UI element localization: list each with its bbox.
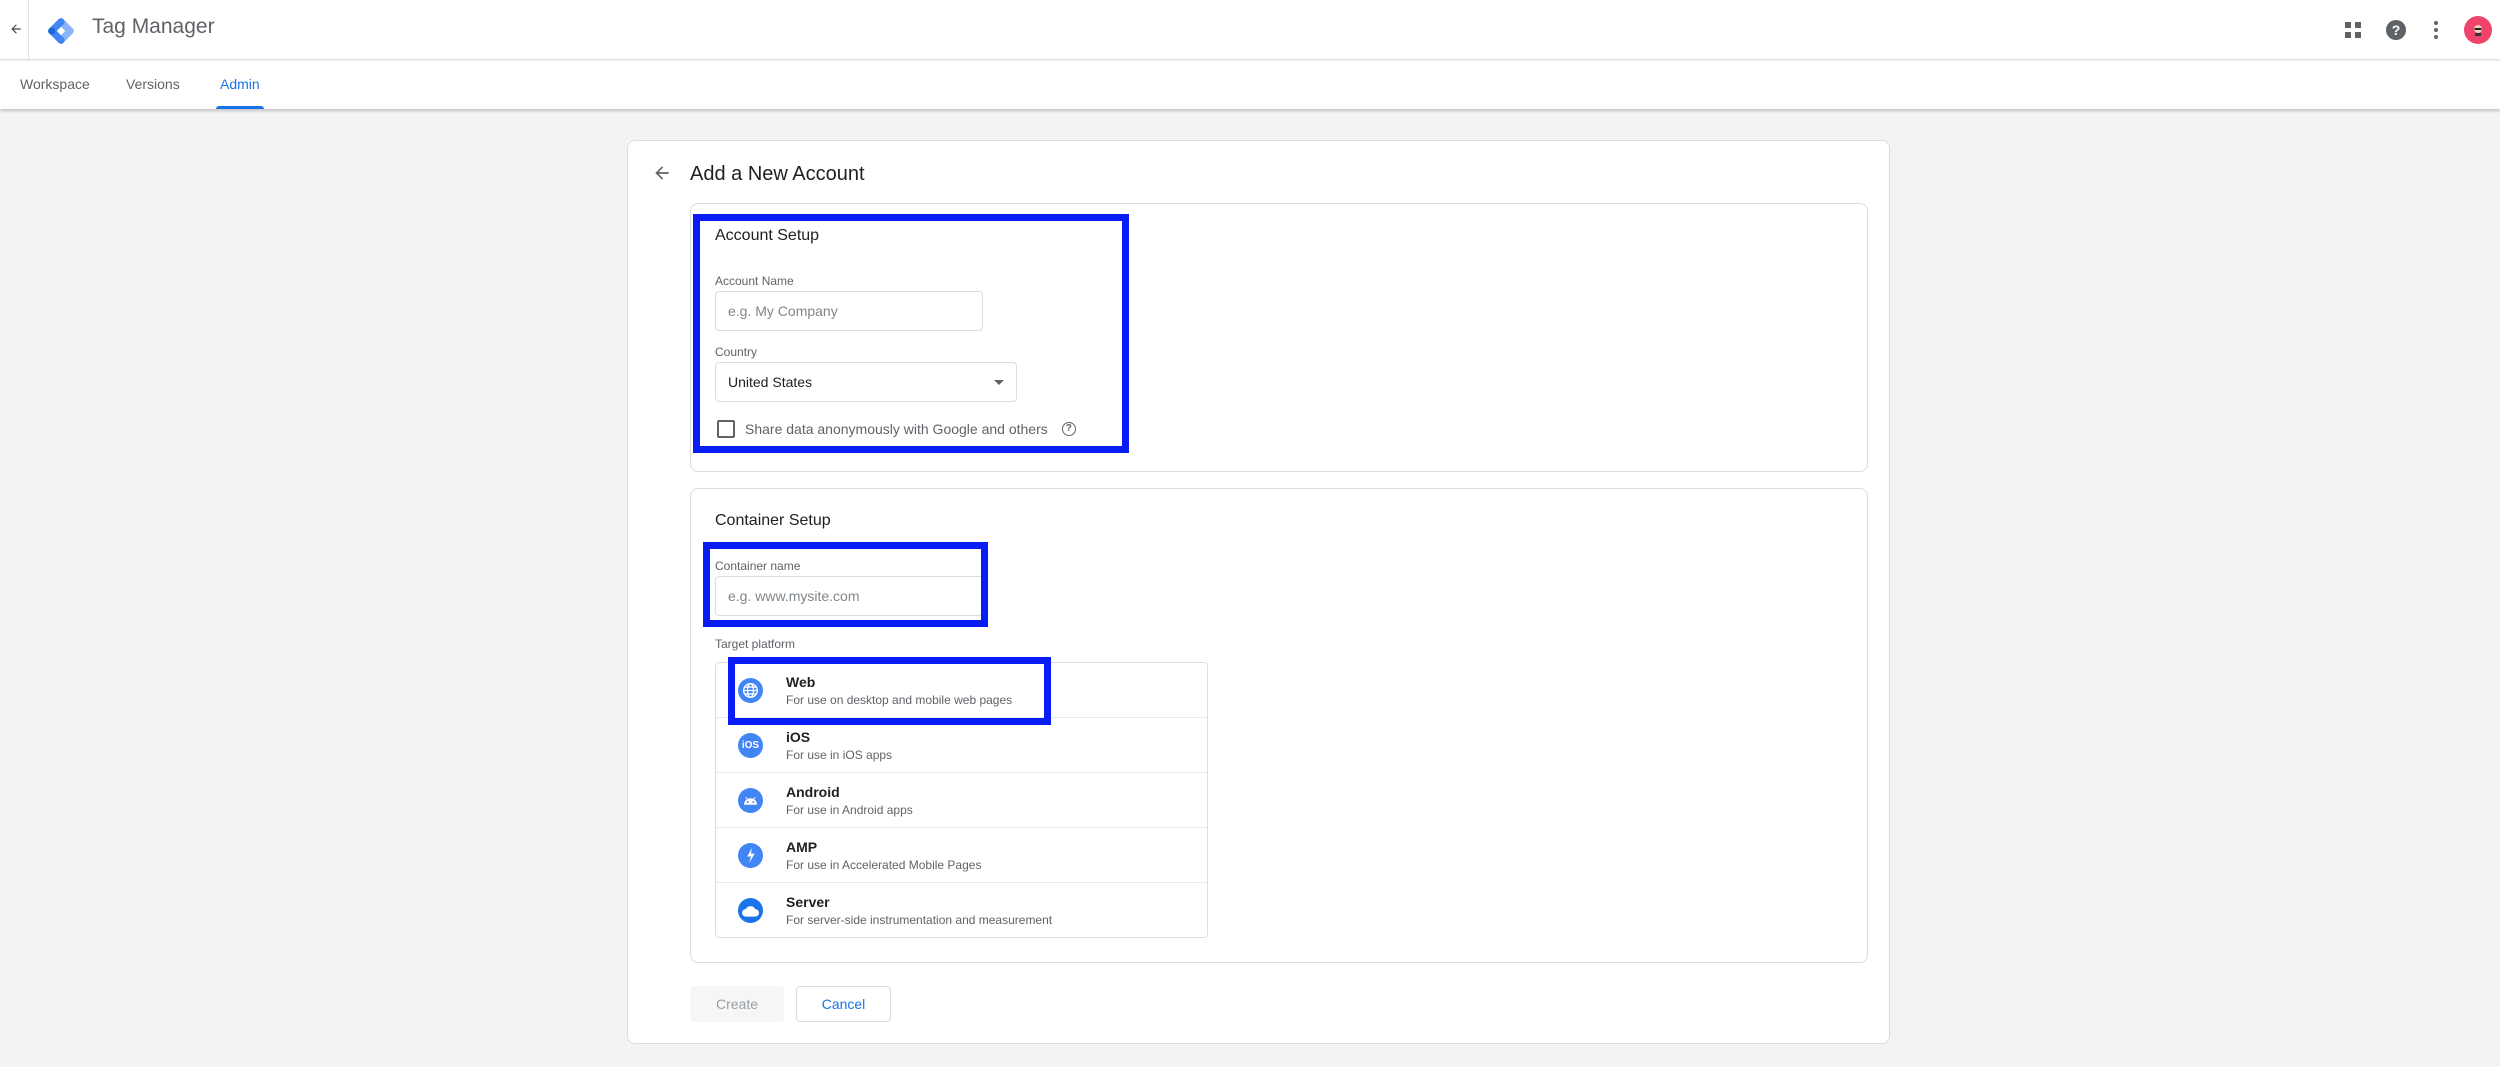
dropdown-caret-icon	[994, 380, 1004, 385]
page-title: Add a New Account	[690, 163, 865, 185]
cancel-button[interactable]: Cancel	[796, 986, 891, 1022]
share-data-row: Share data anonymously with Google and o…	[717, 420, 1076, 438]
help-button[interactable]: ?	[2380, 14, 2412, 46]
country-value: United States	[728, 374, 813, 390]
help-circle-icon: ?	[2386, 20, 2406, 40]
tab-admin[interactable]: Admin	[216, 61, 264, 109]
apps-button[interactable]	[2337, 14, 2369, 46]
platform-option-ios[interactable]: iOS iOS For use in iOS apps	[716, 718, 1207, 773]
country-select[interactable]: United States	[715, 362, 1017, 402]
platform-description: For use in iOS apps	[786, 748, 893, 762]
account-setup-title: Account Setup	[715, 227, 820, 244]
platform-option-android[interactable]: Android For use in Android apps	[716, 773, 1207, 828]
help-icon[interactable]: ?	[1061, 422, 1076, 436]
platform-name: iOS	[786, 729, 811, 745]
back-to-admin-button[interactable]	[652, 163, 676, 187]
platform-name: AMP	[786, 839, 818, 855]
share-data-label: Share data anonymously with Google and o…	[745, 421, 1048, 437]
target-platform-label: Target platform	[715, 637, 796, 651]
container-name-input[interactable]	[715, 576, 983, 616]
account-name-input[interactable]	[715, 291, 983, 331]
platform-name: Android	[786, 784, 840, 800]
bolt-icon	[738, 843, 763, 868]
android-icon	[738, 788, 763, 813]
platform-description: For use in Android apps	[786, 803, 913, 817]
account-name-label: Account Name	[715, 274, 794, 288]
account-avatar-button[interactable]	[2462, 14, 2494, 46]
arrow-left-icon	[11, 24, 21, 34]
globe-icon	[738, 678, 763, 703]
tab-workspace[interactable]: Workspace	[20, 61, 90, 109]
svg-text:?: ?	[2392, 22, 2401, 38]
user-avatar	[2464, 16, 2492, 44]
more-options-button[interactable]	[2420, 14, 2452, 46]
account-setup-panel: Account Setup Account Name Country Unite…	[690, 203, 1868, 472]
container-setup-title: Container Setup	[715, 512, 831, 529]
share-data-checkbox[interactable]	[717, 420, 735, 438]
country-label: Country	[715, 345, 758, 359]
platform-name: Server	[786, 894, 830, 910]
container-setup-panel: Container Setup Container name Target pl…	[690, 488, 1868, 963]
tab-versions[interactable]: Versions	[126, 61, 180, 109]
platform-description: For use in Accelerated Mobile Pages	[786, 858, 982, 872]
platform-option-amp[interactable]: AMP For use in Accelerated Mobile Pages	[716, 828, 1207, 883]
highlight-account-setup	[693, 214, 1129, 453]
arrow-left-icon	[655, 166, 669, 180]
container-name-label: Container name	[715, 559, 801, 573]
platform-option-web[interactable]: Web For use on desktop and mobile web pa…	[716, 663, 1207, 718]
platform-description: For use on desktop and mobile web pages	[786, 693, 1013, 707]
app-title: Tag Manager	[92, 15, 215, 38]
create-button[interactable]: Create	[690, 986, 784, 1022]
platform-name: Web	[786, 674, 816, 690]
tag-manager-logo	[44, 14, 78, 48]
add-account-card: Add a New Account Account Setup Account …	[627, 140, 1890, 1044]
more-vert-icon	[2434, 21, 2438, 39]
back-button[interactable]	[4, 16, 28, 44]
apps-grid-icon	[2345, 22, 2361, 38]
cloud-icon	[738, 898, 763, 923]
divider	[28, 0, 29, 60]
target-platform-list: Web For use on desktop and mobile web pa…	[715, 662, 1208, 938]
platform-option-server[interactable]: Server For server-side instrumentation a…	[716, 883, 1207, 937]
app-bar: Tag Manager ?	[0, 0, 2500, 60]
nav-tabs: Workspace Versions Admin	[0, 61, 2500, 109]
ios-icon: iOS	[738, 733, 763, 758]
platform-description: For server-side instrumentation and meas…	[786, 913, 1053, 927]
